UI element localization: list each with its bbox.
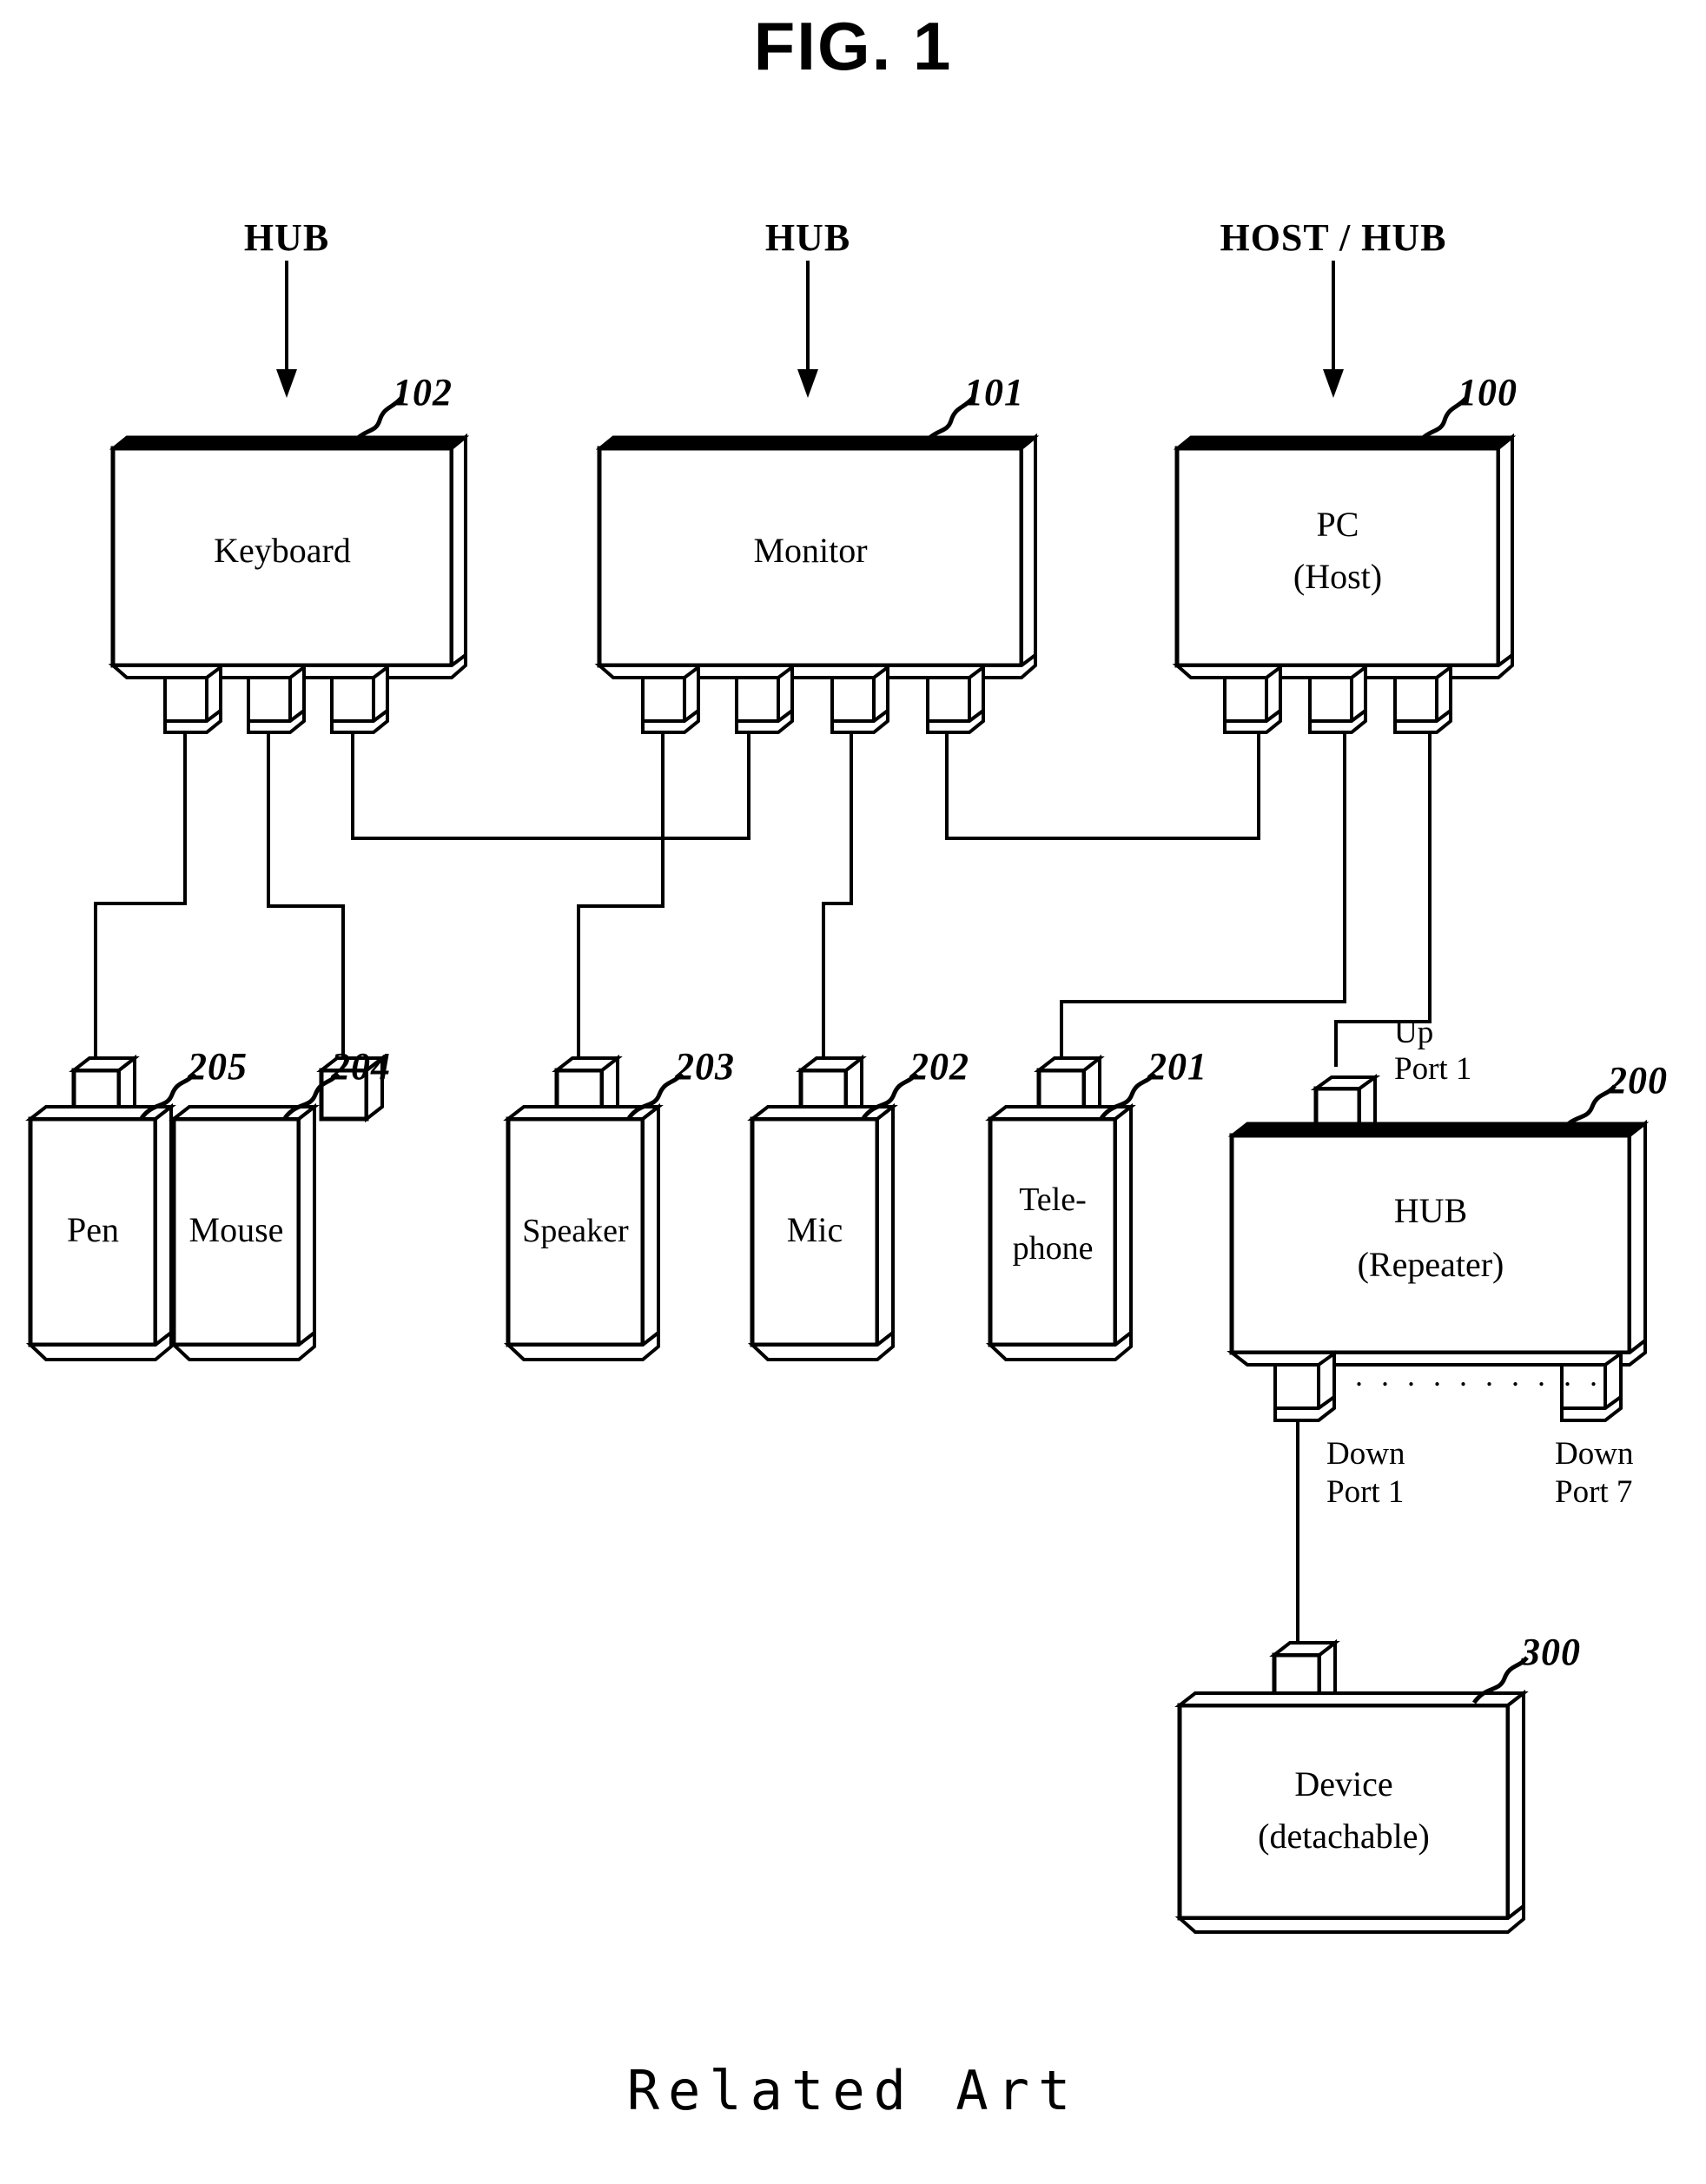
ref-numeral-200: 200: [1608, 1059, 1668, 1102]
wire-keyboard-pen: [94, 732, 187, 1070]
annotation-arrow-pc: [1323, 261, 1344, 398]
hub-up-port-label-line2: Port 1: [1394, 1051, 1472, 1087]
hub-down-port-7-label-line2: Port 7: [1555, 1474, 1633, 1510]
box-label-pc: PC: [1316, 505, 1359, 544]
ref-numeral-101: 101: [964, 371, 1024, 414]
annotation-hub-keyboard: HUB: [243, 216, 330, 259]
ref-numeral-204: 204: [331, 1045, 391, 1088]
ref-numeral-100: 100: [1458, 371, 1518, 414]
keyboard-ports: [163, 664, 389, 734]
wire-pc-telephone: [1060, 732, 1346, 1070]
box-label-device: Device: [1294, 1764, 1393, 1803]
wire-keyboard-monitor: [351, 732, 751, 840]
box-label-mic: Mic: [786, 1210, 843, 1249]
annotation-arrow-monitor: [797, 261, 818, 398]
box-label-pen: Pen: [67, 1210, 119, 1249]
hub-port-ellipsis: . . . . . . . . . .: [1355, 1358, 1603, 1393]
hub-down-port-7-label-line1: Down: [1555, 1436, 1634, 1472]
box-label-speaker: Speaker: [522, 1213, 629, 1249]
hub-up-port-label-line1: Up: [1394, 1015, 1434, 1050]
ref-numeral-202: 202: [909, 1045, 969, 1088]
box-label-hub: HUB: [1393, 1191, 1468, 1230]
ref-numeral-203: 203: [675, 1045, 735, 1088]
ref-numeral-205: 205: [188, 1045, 248, 1088]
box-sublabel-telephone: phone: [1012, 1230, 1094, 1267]
annotation-host-hub-pc: HOST / HUB: [1220, 216, 1447, 259]
ref-numeral-102: 102: [393, 371, 453, 414]
pc-ports: [1223, 664, 1452, 734]
box-label-monitor: Monitor: [753, 531, 868, 570]
wire-keyboard-mouse: [267, 732, 345, 1070]
wire-monitor-pc: [945, 732, 1260, 840]
annotation-arrow-keyboard: [276, 261, 297, 398]
box-label-mouse: Mouse: [188, 1210, 284, 1249]
box-label-telephone: Tele-: [1019, 1181, 1087, 1218]
hub-down-port-1-label-line2: Port 1: [1326, 1474, 1405, 1510]
box-sublabel-hub: (Repeater): [1357, 1245, 1504, 1284]
box-speaker: [503, 1054, 684, 1361]
wire-monitor-mic: [822, 732, 853, 1070]
wire-monitor-speaker: [577, 732, 665, 1070]
annotation-hub-monitor: HUB: [764, 216, 851, 259]
hub-down-port-1-label-line1: Down: [1326, 1436, 1405, 1472]
box-sublabel-device: (detachable): [1258, 1817, 1430, 1856]
box-sublabel-pc: (Host): [1293, 557, 1383, 596]
box-label-keyboard: Keyboard: [214, 531, 351, 570]
hub-down-port-1: [1273, 1350, 1336, 1422]
figure-title: FIG. 1: [753, 8, 953, 84]
ref-numeral-201: 201: [1147, 1045, 1207, 1088]
ref-numeral-300: 300: [1521, 1631, 1581, 1673]
figure-footer: Related Art: [626, 2059, 1080, 2122]
